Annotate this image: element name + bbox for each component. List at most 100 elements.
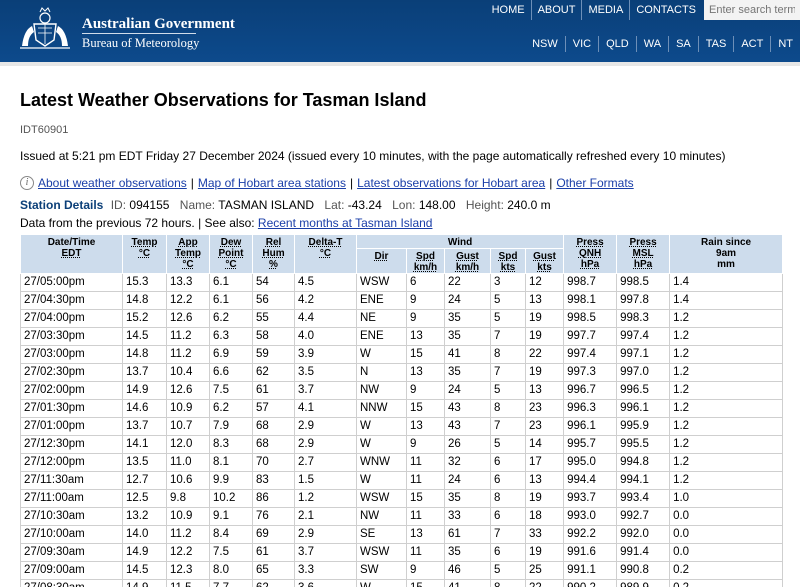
nav-contacts-link[interactable]: CONTACTS — [629, 0, 702, 20]
cell-temp: 15.2 — [122, 309, 167, 328]
header-line: Gust — [533, 251, 556, 262]
state-link-tas[interactable]: TAS — [697, 36, 734, 52]
col-header-spd-kmh: Spd km/h — [406, 248, 445, 274]
cell-wind-spd-kmh: 15 — [406, 345, 445, 364]
state-link-act[interactable]: ACT — [733, 36, 770, 52]
cell-wind-gust-kts: 17 — [525, 453, 565, 472]
table-row: 27/02:30pm 13.7 10.4 6.6 62 3.5 N 13 35 7 19 997.3 9… — [20, 363, 784, 382]
state-link-nsw[interactable]: NSW — [525, 36, 565, 52]
observations-table: Date/Time EDT Temp °C App Temp °C Dew Po… — [20, 234, 784, 587]
header-line: °C — [182, 259, 194, 270]
cell-wind-gust-kts: 25 — [525, 561, 565, 580]
col-header-app-temp: App Temp °C — [166, 234, 210, 274]
header-line: Point — [218, 248, 244, 259]
cell-wind-spd-kts: 8 — [490, 399, 526, 418]
state-link-nt[interactable]: NT — [770, 36, 800, 52]
hobart-map-link[interactable]: Map of Hobart area stations — [198, 176, 346, 190]
cell-app-temp: 10.9 — [166, 399, 210, 418]
cell-dew-point: 7.5 — [209, 543, 253, 562]
cell-temp: 14.8 — [122, 291, 167, 310]
cell-press-msl: 997.8 — [616, 291, 671, 310]
info-icon: i — [20, 176, 34, 190]
other-formats-link[interactable]: Other Formats — [556, 176, 633, 190]
cell-rel-hum: 55 — [252, 309, 295, 328]
cell-datetime: 27/11:30am — [20, 471, 123, 490]
about-observations-link[interactable]: About weather observations — [38, 176, 187, 190]
cell-delta-t: 3.5 — [294, 363, 357, 382]
state-link-vic[interactable]: VIC — [564, 36, 598, 52]
cell-press-msl: 997.1 — [616, 345, 671, 364]
header-line: Press — [629, 237, 657, 248]
cell-press-msl: 992.0 — [616, 525, 671, 544]
cell-wind-gust-kmh: 22 — [444, 273, 491, 292]
cell-delta-t: 4.2 — [294, 291, 357, 310]
cell-press-qnh: 998.5 — [563, 309, 618, 328]
cell-wind-gust-kmh: 61 — [444, 525, 491, 544]
cell-wind-dir: W — [356, 345, 407, 364]
table-row: 27/11:30am 12.7 10.6 9.9 83 1.5 W 11 24 6 13 994.4 9… — [20, 471, 784, 490]
nav-home-link[interactable]: HOME — [486, 0, 531, 20]
link-separator: | — [549, 176, 553, 190]
cell-rain: 1.4 — [669, 291, 784, 310]
cell-wind-dir: N — [356, 363, 407, 382]
cell-dew-point: 6.1 — [209, 291, 253, 310]
nav-media-link[interactable]: MEDIA — [581, 0, 629, 20]
search-input[interactable] — [704, 0, 800, 20]
cell-rel-hum: 68 — [252, 417, 295, 436]
cell-wind-gust-kts: 19 — [525, 309, 565, 328]
recent-months-link[interactable]: Recent months at Tasman Island — [258, 216, 433, 230]
see-also-text: Data from the previous 72 hours. | See a… — [20, 216, 255, 230]
top-nav: HOME ABOUT MEDIA CONTACTS — [486, 0, 702, 20]
col-header-gust-kts: Gust kts — [524, 248, 565, 274]
col-header-dir: Dir — [356, 248, 407, 274]
cell-rel-hum: 76 — [252, 507, 295, 526]
state-link-wa[interactable]: WA — [635, 36, 668, 52]
table-row: 27/10:30am 13.2 10.9 9.1 76 2.1 NW 11 33 6 18 993.0… — [20, 507, 784, 526]
col-header-rel-hum: Rel Hum % — [252, 234, 295, 274]
cell-wind-spd-kts: 8 — [490, 345, 526, 364]
cell-dew-point: 6.6 — [209, 363, 253, 382]
state-link-sa[interactable]: SA — [668, 36, 698, 52]
cell-wind-gust-kmh: 35 — [444, 543, 491, 562]
cell-delta-t: 3.9 — [294, 345, 357, 364]
header-line: Date/Time — [47, 237, 96, 248]
nav-about-link[interactable]: ABOUT — [530, 0, 582, 20]
cell-wind-gust-kts: 19 — [525, 363, 565, 382]
cell-press-msl: 995.5 — [616, 435, 671, 454]
cell-rel-hum: 83 — [252, 471, 295, 490]
cell-wind-dir: SW — [356, 561, 407, 580]
cell-wind-spd-kmh: 9 — [406, 561, 445, 580]
cell-rain: 1.2 — [669, 381, 784, 400]
cell-press-qnh: 997.7 — [563, 327, 618, 346]
cell-press-msl: 992.7 — [616, 507, 671, 526]
cell-wind-gust-kts: 23 — [525, 417, 565, 436]
header-line: % — [269, 259, 278, 270]
cell-delta-t: 2.9 — [294, 435, 357, 454]
state-link-qld[interactable]: QLD — [598, 36, 636, 52]
hobart-latest-link[interactable]: Latest observations for Hobart area — [357, 176, 545, 190]
cell-press-qnh: 992.2 — [563, 525, 618, 544]
cell-wind-gust-kts: 19 — [525, 543, 565, 562]
cell-press-qnh: 998.1 — [563, 291, 618, 310]
cell-delta-t: 2.9 — [294, 525, 357, 544]
header-line: °C — [138, 248, 151, 259]
cell-delta-t: 4.1 — [294, 399, 357, 418]
header-line: 9am — [716, 248, 737, 259]
cell-rain: 1.0 — [669, 489, 784, 508]
cell-wind-gust-kmh: 24 — [444, 381, 491, 400]
cell-wind-spd-kmh: 13 — [406, 525, 445, 544]
product-id: IDT60901 — [20, 124, 69, 136]
station-name: TASMAN ISLAND — [218, 198, 315, 212]
coat-of-arms-logo[interactable] — [14, 6, 76, 52]
station-lon-label: Lon: — [392, 198, 416, 212]
cell-temp: 14.9 — [122, 579, 167, 587]
cell-delta-t: 3.6 — [294, 579, 357, 587]
cell-app-temp: 10.9 — [166, 507, 210, 526]
cell-press-qnh: 990.2 — [563, 579, 618, 587]
cell-press-qnh: 997.3 — [563, 363, 618, 382]
cell-wind-gust-kmh: 32 — [444, 453, 491, 472]
cell-wind-spd-kmh: 9 — [406, 435, 445, 454]
cell-wind-dir: W — [356, 579, 407, 587]
title-divider — [82, 33, 196, 34]
cell-datetime: 27/01:00pm — [20, 417, 123, 436]
